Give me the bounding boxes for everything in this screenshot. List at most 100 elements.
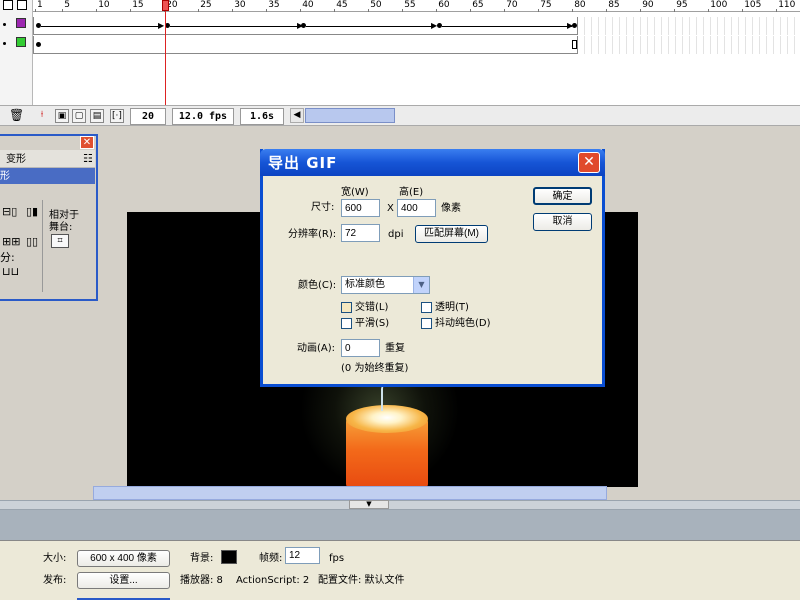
- motion-tween: [442, 26, 572, 27]
- panel-subheader: 形: [0, 168, 95, 184]
- ruler-tick-label: 90: [642, 0, 654, 10]
- distribute-center-icon[interactable]: ▯▯: [26, 236, 38, 247]
- layer-row[interactable]: [33, 36, 800, 54]
- collapse-arrow-icon[interactable]: ▼: [349, 500, 389, 509]
- transparent-label: 透明(T): [435, 302, 469, 313]
- ruler-tick-mark: [368, 9, 370, 12]
- onion-outline-icon[interactable]: ▢: [72, 109, 86, 123]
- timeline-status-bar: 🗑 ⍿ ▣ ▢ ▤ [·] 20 12.0 fps 1.6s: [0, 105, 800, 126]
- player-label: 播放器: 8: [180, 575, 223, 586]
- ruler-tick-mark: [436, 9, 438, 12]
- smooth-checkbox[interactable]: [341, 318, 352, 329]
- layer-visible-dot[interactable]: [3, 23, 6, 26]
- animation-label: 动画(A):: [297, 343, 336, 354]
- ruler-tick-mark: [572, 9, 574, 12]
- cancel-button[interactable]: 取消: [533, 213, 592, 231]
- panel-header[interactable]: ☷ 变形: [0, 150, 95, 168]
- ruler-tick-label: 10: [98, 0, 110, 10]
- align-left-icon[interactable]: ⊟▯: [2, 206, 17, 217]
- playhead-handle[interactable]: [162, 0, 169, 11]
- motion-tween: [306, 26, 434, 27]
- layer-row[interactable]: ▶ ▶ ▶ ▶: [33, 17, 800, 35]
- ruler-tick-label: 110: [778, 0, 796, 10]
- width-label: 宽(W): [341, 187, 369, 198]
- framerate-label: 帧频:: [259, 553, 283, 564]
- dpi-unit: dpi: [388, 229, 404, 240]
- animation-input[interactable]: [341, 339, 380, 357]
- center-frame-icon[interactable]: ⍿: [35, 109, 49, 123]
- frame-ruler[interactable]: 1 5 10 15 20 25 30 35 40 45 50 55 60 65 70 75 80 85 90 95 10…: [33, 0, 800, 12]
- ruler-tick-label: 35: [268, 0, 280, 10]
- scroll-left-icon[interactable]: ◀: [290, 108, 304, 123]
- height-input[interactable]: [397, 199, 436, 217]
- panel-colon: 分:: [0, 251, 15, 264]
- ruler-tick-mark: [742, 9, 744, 12]
- ruler-tick-mark: [198, 9, 200, 12]
- trash-icon[interactable]: 🗑: [9, 109, 24, 123]
- dither-label: 抖动纯色(D): [435, 318, 491, 329]
- ok-button[interactable]: 确定: [533, 187, 592, 205]
- ruler-tick-label: 55: [404, 0, 416, 10]
- empty-frames[interactable]: [578, 17, 800, 35]
- ruler-tick-mark: [96, 9, 98, 12]
- match-screen-button[interactable]: 匹配屏幕(M): [415, 225, 488, 243]
- dither-checkbox[interactable]: [421, 318, 432, 329]
- edit-multiple-icon[interactable]: ▤: [90, 109, 104, 123]
- properties-header-strip: [0, 510, 800, 540]
- publish-label: 发布:: [43, 575, 67, 586]
- colors-select[interactable]: 标准颜色 ▼: [341, 276, 430, 294]
- ruler-tick-label: 95: [676, 0, 688, 10]
- timeline[interactable]: 1 5 10 15 20 25 30 35 40 45 50 55 60 65 70 75 80 85 90 95 10…: [0, 0, 800, 105]
- ruler-tick-mark: [62, 9, 64, 12]
- background-color-swatch[interactable]: [221, 550, 237, 564]
- framerate-input[interactable]: [285, 547, 320, 564]
- onion-skin-icon[interactable]: ▣: [55, 109, 69, 123]
- ruler-tick-label: 105: [744, 0, 762, 10]
- playhead[interactable]: [165, 0, 166, 105]
- chevron-down-icon[interactable]: ▼: [413, 277, 429, 293]
- size-label: 尺寸:: [311, 202, 335, 213]
- ruler-tick-mark: [708, 9, 710, 12]
- stage-scrollbar-thumb[interactable]: [93, 486, 607, 500]
- lock-icon[interactable]: [3, 0, 13, 10]
- frame-span[interactable]: ▶ ▶ ▶ ▶: [33, 17, 578, 35]
- layer-visible-dot[interactable]: [3, 42, 6, 45]
- menu-icon[interactable]: ☷: [83, 153, 93, 164]
- width-input[interactable]: [341, 199, 380, 217]
- transparent-checkbox[interactable]: [421, 302, 432, 313]
- ruler-tick-label: 1: [37, 0, 43, 10]
- modify-markers-icon[interactable]: [·]: [110, 109, 124, 123]
- resolution-input[interactable]: [341, 224, 380, 242]
- colors-label: 颜色(C):: [298, 280, 337, 291]
- match-size-icon[interactable]: ⊔⊔: [2, 266, 19, 277]
- document-size-button[interactable]: 600 x 400 像素: [77, 550, 170, 567]
- panel-divider: [42, 200, 43, 292]
- outline-icon[interactable]: [17, 0, 27, 10]
- resolution-label: 分辨率(R):: [288, 229, 337, 240]
- frame-span[interactable]: [33, 36, 578, 54]
- align-center-icon[interactable]: ▯▮: [26, 206, 38, 217]
- ruler-tick-mark: [674, 9, 676, 12]
- ruler-tick-mark: [504, 9, 506, 12]
- ruler-tick-mark: [640, 9, 642, 12]
- smooth-label: 平滑(S): [355, 318, 390, 329]
- panel-subtitle: 形: [0, 171, 10, 182]
- keyframe[interactable]: [36, 42, 41, 47]
- to-stage-toggle[interactable]: ⌗: [51, 234, 69, 248]
- distribute-icon[interactable]: ⊞⊞: [2, 236, 20, 247]
- end-frame[interactable]: [572, 40, 577, 49]
- close-icon[interactable]: ✕: [80, 136, 94, 149]
- close-icon[interactable]: ✕: [578, 152, 600, 173]
- timeline-scrollbar-thumb[interactable]: [305, 108, 395, 123]
- interlace-checkbox[interactable]: [341, 302, 352, 313]
- ruler-tick-label: 15: [132, 0, 144, 10]
- empty-frames[interactable]: [578, 36, 800, 54]
- elapsed-time: 1.6s: [240, 108, 284, 125]
- motion-tween: [41, 26, 161, 27]
- keyframe[interactable]: [572, 23, 577, 28]
- settings-button[interactable]: 设置...: [77, 572, 170, 589]
- candle-wick: [381, 385, 389, 411]
- frame-rate-readout: 12.0 fps: [172, 108, 234, 125]
- motion-tween: [170, 26, 300, 27]
- panel-splitter[interactable]: [0, 500, 800, 510]
